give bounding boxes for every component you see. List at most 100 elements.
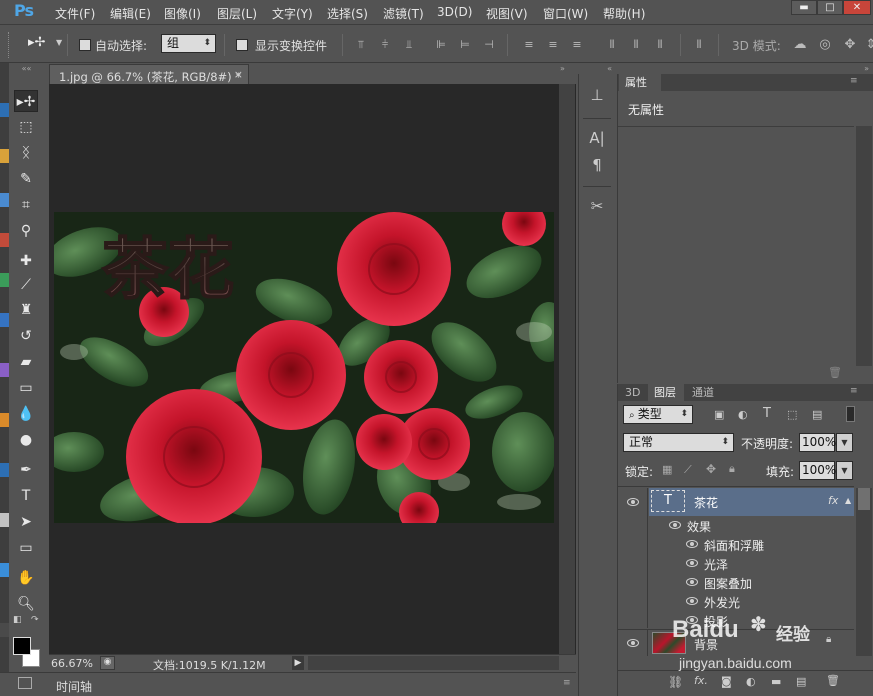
align-left-icon[interactable]: ⊫ — [434, 38, 448, 52]
timeline-label[interactable]: 时间轴 — [56, 678, 92, 695]
clone-stamp-tool-icon[interactable]: ♜ — [14, 299, 38, 321]
effect-outer-glow[interactable]: 外发光 — [649, 592, 873, 611]
chevron-down-icon[interactable]: ▼ — [56, 38, 62, 47]
text-layer-name[interactable]: 茶花 — [694, 494, 718, 511]
menu-3d[interactable]: 3D(D) — [437, 5, 472, 19]
text-layer-thumbnail[interactable]: T — [651, 490, 685, 512]
horizontal-scrollbar[interactable] — [308, 656, 559, 670]
bg-visibility-toggle[interactable] — [618, 630, 648, 656]
timeline-icon[interactable] — [18, 677, 32, 689]
foreground-color-swatch[interactable] — [13, 637, 31, 655]
align-bottom-icon[interactable]: ⫫ — [402, 38, 416, 52]
fill-dropdown-icon[interactable]: ▼ — [836, 461, 853, 480]
effects-row[interactable]: 效果 — [649, 516, 873, 535]
tab-properties[interactable]: 属性 — [619, 74, 661, 91]
blur-tool-icon[interactable]: 💧 — [14, 403, 38, 425]
tool-presets-panel-icon[interactable]: ✂ — [586, 195, 608, 217]
opacity-input[interactable]: 100% — [799, 433, 836, 452]
auto-select-dropdown[interactable]: 组 ⬍ — [161, 34, 216, 53]
properties-scrollbar[interactable] — [856, 126, 872, 366]
align-right-icon[interactable]: ⊣ — [482, 38, 496, 52]
filter-toggle[interactable] — [846, 406, 855, 422]
eye-icon[interactable] — [686, 616, 698, 624]
distribute-right-icon[interactable]: ⦀ — [653, 38, 667, 52]
properties-menu-icon[interactable]: ≡ — [850, 76, 858, 86]
menu-filter[interactable]: 滤镜(T) — [383, 5, 424, 22]
menu-image[interactable]: 图像(I) — [164, 5, 201, 22]
new-group-icon[interactable]: ▬ — [771, 675, 781, 688]
zoom-tool-icon[interactable]: 🔍︎ — [14, 593, 38, 615]
default-colors-icon[interactable]: ◧ — [13, 615, 22, 625]
effect-pattern-overlay[interactable]: 图案叠加 — [649, 573, 873, 592]
crop-tool-icon[interactable]: ⌗ — [14, 194, 38, 216]
menu-edit[interactable]: 编辑(E) — [110, 5, 151, 22]
align-top-icon[interactable]: ⫪ — [354, 38, 368, 52]
dodge-tool-icon[interactable]: ● — [14, 429, 38, 451]
menu-window[interactable]: 窗口(W) — [543, 5, 588, 22]
filter-adjustment-icon[interactable]: ◐ — [738, 408, 748, 421]
swap-colors-icon[interactable]: ↷ — [31, 615, 39, 625]
zoom-level[interactable]: 66.67% — [51, 657, 93, 670]
type-tool-icon[interactable]: T — [14, 485, 38, 507]
fx-badge[interactable]: fx — [828, 494, 838, 507]
history-brush-tool-icon[interactable]: ↺ — [14, 325, 38, 347]
grip-handle[interactable] — [8, 32, 11, 58]
tab-layers[interactable]: 图层 — [648, 384, 684, 401]
layers-menu-icon[interactable]: ≡ — [850, 386, 858, 396]
eye-icon[interactable] — [686, 559, 698, 567]
add-mask-icon[interactable]: ◙ — [721, 675, 732, 688]
align-hcenter-icon[interactable]: ⊨ — [458, 38, 472, 52]
eye-icon[interactable] — [686, 578, 698, 586]
lock-position-icon[interactable]: ✥ — [706, 462, 716, 476]
panel-menu-icon[interactable]: ≡ — [563, 678, 571, 688]
delete-layer-icon[interactable]: 🗑︎ — [826, 674, 840, 687]
new-adjustment-icon[interactable]: ◐ — [746, 675, 756, 688]
layer-filter-dropdown[interactable]: ⌕ 类型 ⬍ — [623, 405, 693, 424]
auto-select-checkbox[interactable] — [79, 39, 91, 51]
close-button[interactable]: ✕ — [843, 0, 871, 15]
distribute-hcenter-icon[interactable]: ⦀ — [629, 38, 643, 52]
toolbar-collapse-icon[interactable]: «« — [11, 64, 42, 74]
maximize-button[interactable]: □ — [817, 0, 843, 15]
distribute-vcenter-icon[interactable]: ≡ — [546, 38, 560, 52]
collapse-effects-icon[interactable]: ▲ — [845, 496, 851, 505]
healing-brush-tool-icon[interactable]: ✚ — [14, 250, 38, 272]
3d-pan-icon[interactable]: ✥ — [843, 38, 857, 52]
link-layers-icon[interactable]: ⛓ — [668, 675, 683, 689]
move-tool-icon[interactable]: ▸✢ — [14, 90, 38, 112]
brush-tool-icon[interactable]: ⟋ — [14, 274, 38, 296]
auto-align-icon[interactable]: ⦀ — [692, 38, 706, 52]
pen-tool-icon[interactable]: ✒ — [14, 459, 38, 481]
minimize-button[interactable]: ▬ — [791, 0, 817, 15]
distribute-top-icon[interactable]: ≡ — [522, 38, 536, 52]
new-layer-icon[interactable]: ▤ — [796, 675, 806, 688]
3d-slide-icon[interactable]: ⇕ — [864, 38, 873, 52]
menu-help[interactable]: 帮助(H) — [603, 5, 645, 22]
marquee-tool-icon[interactable]: ⬚ — [14, 116, 38, 138]
vertical-scrollbar[interactable] — [559, 84, 575, 654]
collapse-right-icon[interactable]: « — [578, 64, 616, 74]
paragraph-panel-icon[interactable]: ¶ — [586, 154, 608, 176]
history-panel-icon[interactable]: ⊥ — [586, 84, 608, 106]
effect-bevel-emboss[interactable]: 斜面和浮雕 — [649, 535, 873, 554]
eye-icon[interactable] — [686, 540, 698, 548]
eraser-tool-icon[interactable]: ▰ — [14, 351, 38, 373]
rectangle-tool-icon[interactable]: ▭ — [14, 537, 38, 559]
lasso-tool-icon[interactable]: ᛝ — [14, 142, 38, 164]
tab-3d[interactable]: 3D — [619, 384, 643, 401]
collapse-panels-icon[interactable]: » — [617, 64, 873, 74]
3d-roll-icon[interactable]: ◎ — [818, 38, 832, 52]
menu-type[interactable]: 文字(Y) — [272, 5, 313, 22]
close-tab-icon[interactable]: × — [234, 68, 243, 81]
layers-scrollbar[interactable] — [856, 488, 872, 656]
distribute-left-icon[interactable]: ⦀ — [605, 38, 619, 52]
move-tool-preset-icon[interactable]: ▸✢ — [28, 35, 45, 50]
quick-select-tool-icon[interactable]: ✎ — [14, 168, 38, 190]
menu-view[interactable]: 视图(V) — [486, 5, 528, 22]
filter-smart-object-icon[interactable]: ▤ — [812, 408, 822, 421]
menu-layer[interactable]: 图层(L) — [217, 5, 257, 22]
menu-select[interactable]: 选择(S) — [327, 5, 368, 22]
eyedropper-tool-icon[interactable]: ⚲ — [14, 220, 38, 242]
menu-file[interactable]: 文件(F) — [55, 5, 95, 22]
filter-pixel-icon[interactable]: ▣ — [714, 408, 724, 421]
